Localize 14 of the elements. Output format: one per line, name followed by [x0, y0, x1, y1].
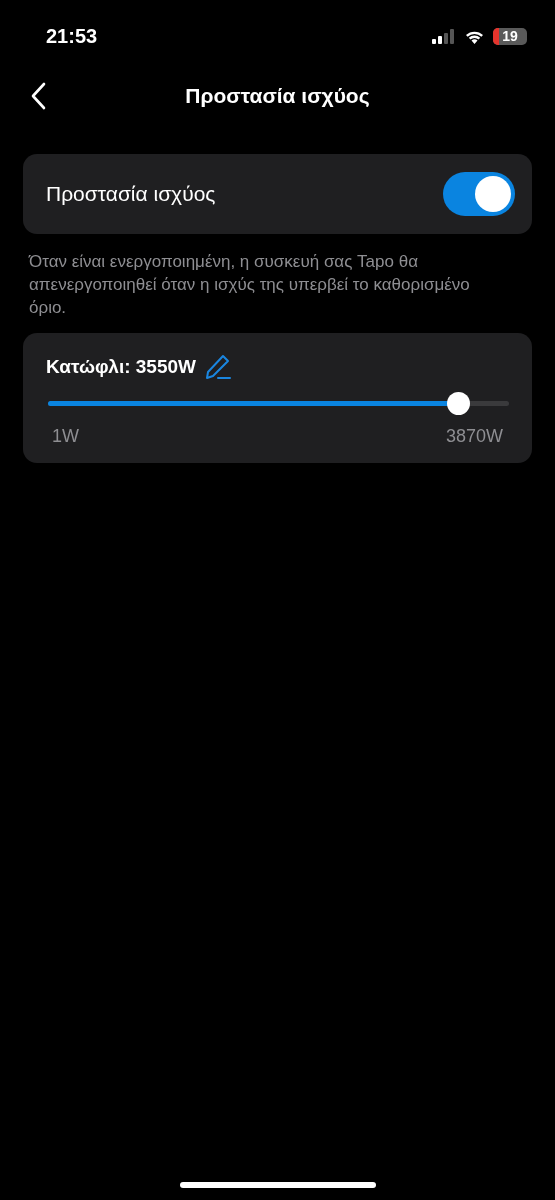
threshold-label: Κατώφλι: 3550W: [46, 356, 196, 378]
slider-thumb[interactable]: [447, 392, 471, 415]
signal-icon: [432, 28, 456, 44]
battery-indicator: 19: [493, 27, 527, 45]
description-text: Όταν είναι ενεργοποιημένη, η συσκευή σας Tapo θα απενεργοποιηθεί όταν η ισχύς της υπερβεί το καθορισμένο όριο.: [29, 251, 471, 319]
setting-label: Προστασία ισχύος: [46, 182, 216, 206]
min-label: 1W: [52, 426, 79, 447]
pencil-icon[interactable]: [204, 353, 232, 381]
slider[interactable]: [48, 392, 509, 415]
page-title: Προστασία ισχύος: [185, 84, 370, 108]
toggle-switch[interactable]: [443, 172, 515, 216]
status-time: 21:53: [46, 24, 98, 48]
back-icon[interactable]: [30, 82, 46, 110]
max-label: 3870W: [445, 426, 503, 447]
